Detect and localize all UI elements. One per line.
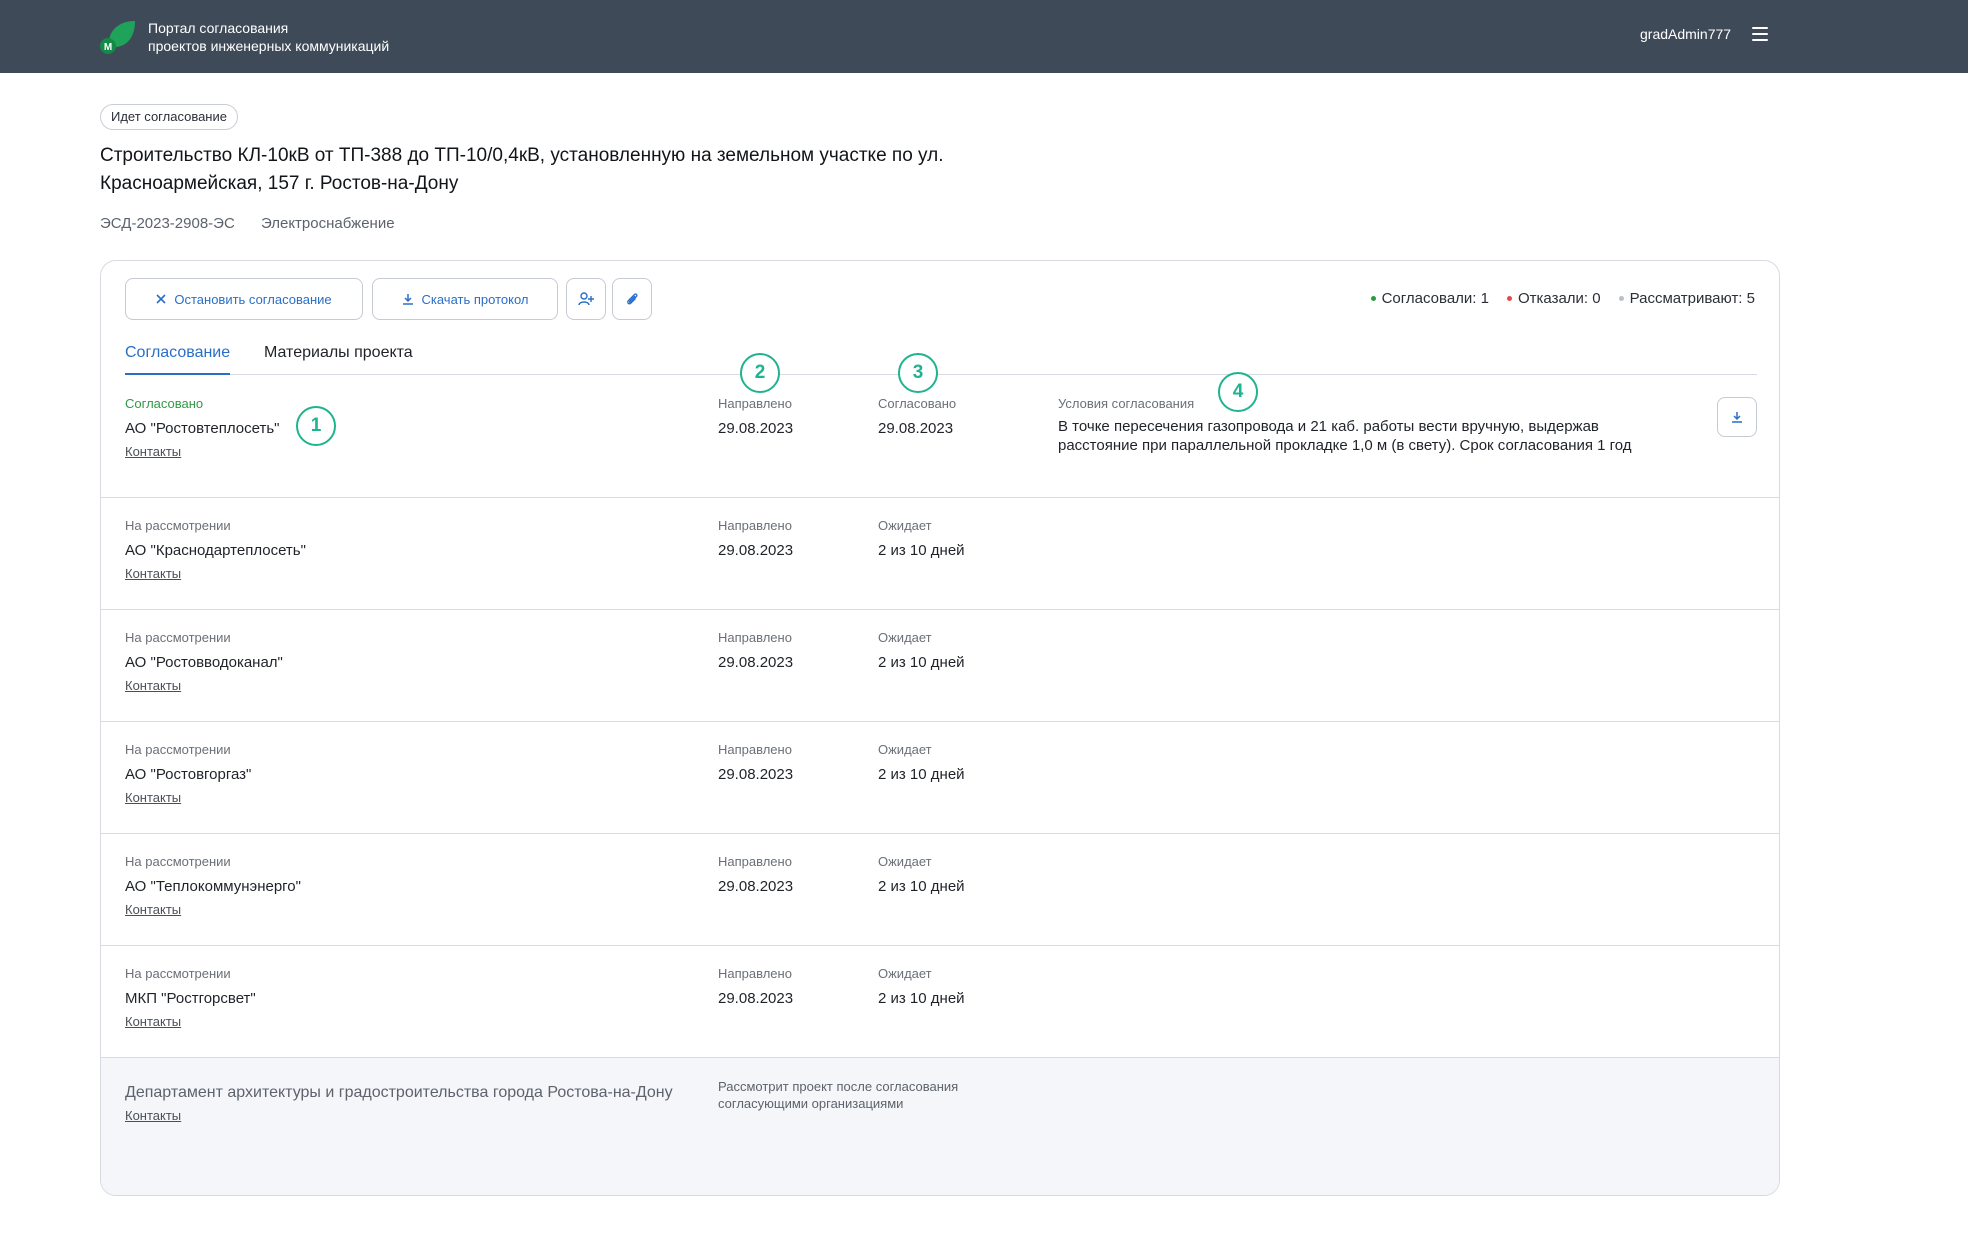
row-second-value: 2 из 10 дней bbox=[878, 878, 965, 895]
row-contacts-link[interactable]: Контакты bbox=[125, 444, 181, 459]
tab-approval[interactable]: Согласование bbox=[125, 341, 231, 375]
row-second-value: 29.08.2023 bbox=[878, 420, 954, 437]
approval-row: Согласовано АО "Ростовтеплосеть" Контакт… bbox=[101, 375, 1779, 498]
row-org-name: МКП "Ростгорсвет" bbox=[125, 990, 256, 1007]
approval-row: На рассмотрении АО "Ростовводоканал" Кон… bbox=[101, 610, 1779, 722]
project-title: Строительство КЛ-10кВ от ТП-388 до ТП-10… bbox=[100, 145, 944, 194]
row-second-label: Ожидает bbox=[878, 854, 932, 869]
annotation-marker-1: 1 bbox=[296, 406, 336, 446]
close-icon bbox=[156, 294, 166, 304]
tab-project-materials[interactable]: Материалы проекта bbox=[264, 341, 413, 373]
project-status-badge: Идет согласование bbox=[100, 104, 238, 130]
row-status: На рассмотрении bbox=[125, 518, 231, 533]
add-user-button[interactable] bbox=[566, 278, 606, 320]
row-sent-label: Направлено bbox=[718, 396, 792, 411]
row-second-value: 2 из 10 дней bbox=[878, 542, 965, 559]
row-contacts-link[interactable]: Контакты bbox=[125, 790, 181, 805]
row-sent-label: Направлено bbox=[718, 630, 792, 645]
row-org-name: АО "Краснодартеплосеть" bbox=[125, 542, 306, 559]
row-sent-label: Направлено bbox=[718, 742, 792, 757]
row-second-label: Ожидает bbox=[878, 966, 932, 981]
paperclip-icon bbox=[627, 293, 638, 305]
row-sent-label: Направлено bbox=[718, 854, 792, 869]
counter-rejected: Отказали: 0 bbox=[1506, 290, 1601, 307]
rejected-dot-icon bbox=[1506, 295, 1512, 301]
approval-row: На рассмотрении АО "Краснодартеплосеть" … bbox=[101, 498, 1779, 610]
leaf-logo-icon[interactable]: М bbox=[99, 17, 137, 55]
row-sent-date: 29.08.2023 bbox=[718, 878, 794, 895]
download-icon bbox=[402, 294, 413, 305]
annotation-marker-3: 3 bbox=[898, 353, 938, 393]
row-second-value: 2 из 10 дней bbox=[878, 654, 965, 671]
annotation-marker-4: 4 bbox=[1218, 372, 1258, 412]
row-conditions-label: Условия согласования bbox=[1058, 396, 1195, 411]
row-contacts-link[interactable]: Контакты bbox=[125, 1014, 181, 1029]
row-second-label: Ожидает bbox=[878, 742, 932, 757]
add-user-icon bbox=[578, 292, 594, 306]
row-sent-label: Направлено bbox=[718, 966, 792, 981]
attach-file-button[interactable] bbox=[612, 278, 652, 320]
project-code: ЭСД-2023-2908-ЭС bbox=[100, 215, 235, 232]
project-meta: ЭСД-2023-2908-ЭС Электроснабжение bbox=[100, 215, 417, 232]
row-second-value: 2 из 10 дней bbox=[878, 990, 965, 1007]
reviewing-dot-icon bbox=[1618, 295, 1624, 301]
row-conditions-text: В точке пересечения газопровода и 21 каб… bbox=[1058, 418, 1632, 454]
download-protocol-button[interactable]: Скачать протокол bbox=[372, 278, 558, 320]
row-org-name: АО "Ростовгоргаз" bbox=[125, 766, 252, 783]
final-approver-row: Департамент архитектуры и градостроитель… bbox=[101, 1058, 1779, 1195]
row-status: На рассмотрении bbox=[125, 966, 231, 981]
final-note: Рассмотрит проект после согласования сог… bbox=[718, 1079, 959, 1111]
svg-text:М: М bbox=[104, 42, 112, 53]
project-type: Электроснабжение bbox=[260, 215, 395, 232]
portal-name-line2: проектов инженерных коммуникаций bbox=[148, 38, 390, 54]
annotation-marker-2: 2 bbox=[740, 353, 780, 393]
user-name[interactable]: gradAdmin777 bbox=[1640, 26, 1731, 42]
row-contacts-link[interactable]: Контакты bbox=[125, 566, 181, 581]
approval-row: На рассмотрении МКП "Ростгорсвет" Контак… bbox=[101, 946, 1779, 1058]
approval-panel: Остановить согласование Скачать протокол… bbox=[100, 260, 1780, 1196]
stop-approval-label: Остановить согласование bbox=[174, 291, 332, 307]
row-second-label: Ожидает bbox=[878, 518, 932, 533]
row-sent-label: Направлено bbox=[718, 518, 792, 533]
app-header: М Портал согласования проектов инженерны… bbox=[0, 0, 1968, 73]
final-contacts-link[interactable]: Контакты bbox=[125, 1108, 181, 1123]
row-contacts-link[interactable]: Контакты bbox=[125, 678, 181, 693]
final-org-name: Департамент архитектуры и градостроитель… bbox=[125, 1084, 673, 1101]
download-icon bbox=[1732, 412, 1742, 423]
project-tabs: Согласование Материалы проекта bbox=[125, 341, 1757, 375]
hamburger-icon[interactable] bbox=[1752, 27, 1768, 41]
row-status: На рассмотрении bbox=[125, 742, 231, 757]
download-conditions-button[interactable] bbox=[1717, 397, 1757, 437]
row-status: На рассмотрении bbox=[125, 630, 231, 645]
row-contacts-link[interactable]: Контакты bbox=[125, 902, 181, 917]
row-sent-date: 29.08.2023 bbox=[718, 990, 794, 1007]
row-org-name: АО "Ростовводоканал" bbox=[125, 654, 283, 671]
row-second-label: Согласовано bbox=[878, 396, 957, 411]
portal-name[interactable]: Портал согласования проектов инженерных … bbox=[148, 19, 389, 55]
row-second-value: 2 из 10 дней bbox=[878, 766, 965, 783]
row-sent-date: 29.08.2023 bbox=[718, 654, 794, 671]
row-status: На рассмотрении bbox=[125, 854, 231, 869]
row-status: Согласовано bbox=[125, 396, 204, 411]
approved-dot-icon bbox=[1370, 295, 1376, 301]
approval-row: На рассмотрении АО "Ростовгоргаз" Контак… bbox=[101, 722, 1779, 834]
counter-reviewing: Рассматривают: 5 bbox=[1618, 290, 1755, 307]
row-org-name: АО "Теплокоммунэнерго" bbox=[125, 878, 301, 895]
row-sent-date: 29.08.2023 bbox=[718, 420, 794, 437]
portal-name-line1: Портал согласования bbox=[148, 20, 289, 36]
row-sent-date: 29.08.2023 bbox=[718, 542, 794, 559]
row-org-name: АО "Ростовтеплосеть" bbox=[125, 420, 280, 437]
row-second-label: Ожидает bbox=[878, 630, 932, 645]
counter-approved: Согласовали: 1 bbox=[1370, 290, 1489, 307]
approval-row: На рассмотрении АО "Теплокоммунэнерго" К… bbox=[101, 834, 1779, 946]
row-sent-date: 29.08.2023 bbox=[718, 766, 794, 783]
stop-approval-button[interactable]: Остановить согласование bbox=[125, 278, 363, 320]
approval-counters: Согласовали: 1 Отказали: 0 Рассматривают… bbox=[1370, 290, 1755, 307]
download-protocol-label: Скачать протокол bbox=[421, 291, 529, 307]
